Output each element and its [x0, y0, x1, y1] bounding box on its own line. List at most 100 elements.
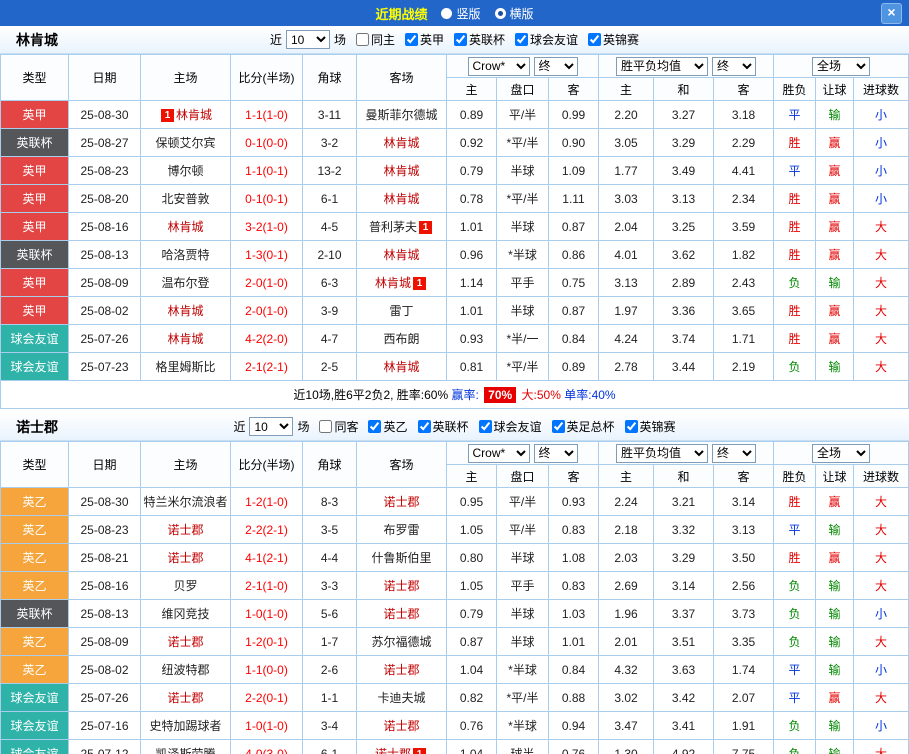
results-table: 类型日期主场比分(半场)角球客场Crow*终胜平负均值终全场主盘口客主和客胜负让…	[0, 441, 909, 754]
odds-company-select[interactable]: Crow*	[468, 57, 530, 76]
result-handicap: 赢	[816, 297, 854, 325]
period-select[interactable]: 全场	[812, 57, 870, 76]
filter-checkbox[interactable]: 英联杯	[418, 418, 469, 435]
match-score: 0-1(0-1)	[231, 185, 303, 213]
filter-checkbox[interactable]: 球会友谊	[515, 31, 578, 48]
ah-line: 平/半	[497, 516, 549, 544]
checkbox-input[interactable]	[418, 420, 431, 433]
avg-draw-odds: 3.27	[654, 101, 714, 129]
column-subheader: 客	[714, 78, 774, 101]
match-date: 25-08-23	[69, 157, 141, 185]
column-header: 比分(半场)	[231, 55, 303, 101]
checkbox-input[interactable]	[515, 33, 528, 46]
checkbox-label: 同客	[334, 418, 358, 435]
match-date: 25-08-20	[69, 185, 141, 213]
match-row: 英甲 25-08-20 北安普敦 0-1(0-1) 6-1 林肯城 0.78 *…	[1, 185, 909, 213]
team-name: 林肯城	[383, 248, 419, 262]
odds-final-select[interactable]: 终	[534, 444, 578, 463]
result-outcome: 胜	[774, 544, 816, 572]
avg-odds-select[interactable]: 胜平负均值	[616, 57, 708, 76]
result-outcome: 平	[774, 656, 816, 684]
team-name: 纽波特郡	[161, 663, 209, 677]
close-button[interactable]: ×	[881, 3, 902, 24]
avg-home-odds: 2.20	[599, 101, 654, 129]
column-subheader: 进球数	[854, 78, 909, 101]
checkbox-input[interactable]	[405, 33, 418, 46]
section-team-name: 诺士郡	[16, 417, 58, 437]
radio-icon	[495, 8, 506, 19]
checkbox-input[interactable]	[552, 420, 565, 433]
match-count-select[interactable]: 10	[286, 30, 330, 49]
avg-final-select[interactable]: 终	[712, 57, 756, 76]
corner-count: 8-3	[303, 488, 357, 516]
avg-home-odds: 4.32	[599, 656, 654, 684]
team-name: 林肯城	[383, 360, 419, 374]
checkbox-label: 英锦赛	[640, 418, 676, 435]
team-name: 苏尔福德城	[371, 635, 431, 649]
away-team-cell: 苏尔福德城	[357, 628, 447, 656]
match-count-select[interactable]: 10	[249, 417, 293, 436]
result-goals: 大	[854, 516, 909, 544]
away-team-cell: 诺士郡	[357, 488, 447, 516]
filter-checkbox[interactable]: 球会友谊	[479, 418, 542, 435]
odds-final-select[interactable]: 终	[534, 57, 578, 76]
away-team-cell: 卡迪夫城	[357, 684, 447, 712]
avg-draw-odds: 3.14	[654, 572, 714, 600]
league-badge: 球会友谊	[1, 353, 69, 381]
checkbox-label: 英甲	[420, 31, 444, 48]
league-badge: 英甲	[1, 297, 69, 325]
result-handicap: 赢	[816, 185, 854, 213]
odds-company-select[interactable]: Crow*	[468, 444, 530, 463]
checkbox-input[interactable]	[479, 420, 492, 433]
team-name: 史特加踢球者	[149, 719, 221, 733]
checkbox-input[interactable]	[454, 33, 467, 46]
corner-count: 3-4	[303, 712, 357, 740]
avg-draw-odds: 2.89	[654, 269, 714, 297]
checkbox-input[interactable]	[368, 420, 381, 433]
team-name: 诺士郡	[167, 523, 203, 537]
avg-final-select[interactable]: 终	[712, 444, 756, 463]
match-score: 2-2(0-1)	[231, 684, 303, 712]
checkbox-input[interactable]	[625, 420, 638, 433]
layout-radio-horizontal[interactable]: 横版	[495, 5, 534, 22]
checkbox-input[interactable]	[356, 33, 369, 46]
match-date: 25-07-26	[69, 684, 141, 712]
section-team-name: 林肯城	[16, 30, 58, 50]
column-header: 角球	[303, 55, 357, 101]
checkbox-input[interactable]	[588, 33, 601, 46]
filter-checkbox[interactable]: 同主	[356, 31, 395, 48]
result-outcome: 平	[774, 684, 816, 712]
filter-checkbox[interactable]: 英甲	[405, 31, 444, 48]
result-goals: 大	[854, 241, 909, 269]
filter-checkbox[interactable]: 英锦赛	[588, 31, 639, 48]
avg-away-odds: 2.43	[714, 269, 774, 297]
match-date: 25-07-12	[69, 740, 141, 754]
column-subheader: 胜负	[774, 465, 816, 488]
corner-count: 3-3	[303, 572, 357, 600]
team-name: 什鲁斯伯里	[371, 551, 431, 565]
avg-home-odds: 1.77	[599, 157, 654, 185]
layout-radio-vertical[interactable]: 竖版	[441, 5, 480, 22]
match-row: 英甲 25-08-23 博尔顿 1-1(0-1) 13-2 林肯城 0.79 半…	[1, 157, 909, 185]
match-row: 英乙 25-08-16 贝罗 2-1(1-0) 3-3 诺士郡 1.05 平手 …	[1, 572, 909, 600]
avg-away-odds: 3.14	[714, 488, 774, 516]
period-select[interactable]: 全场	[812, 444, 870, 463]
match-date: 25-08-02	[69, 656, 141, 684]
filter-checkbox[interactable]: 同客	[319, 418, 358, 435]
checkbox-input[interactable]	[319, 420, 332, 433]
avg-away-odds: 3.13	[714, 516, 774, 544]
column-header: 客场	[357, 442, 447, 488]
home-team-cell: 诺士郡	[141, 544, 231, 572]
home-team-cell: 林肯城	[141, 297, 231, 325]
filter-checkbox[interactable]: 英锦赛	[625, 418, 676, 435]
match-score: 2-0(1-0)	[231, 297, 303, 325]
result-goals: 大	[854, 269, 909, 297]
match-date: 25-08-21	[69, 544, 141, 572]
filter-checkbox[interactable]: 英乙	[368, 418, 407, 435]
avg-odds-select[interactable]: 胜平负均值	[616, 444, 708, 463]
filter-checkbox[interactable]: 英联杯	[454, 31, 505, 48]
filter-games-label: 场	[297, 418, 309, 435]
avg-home-odds: 3.03	[599, 185, 654, 213]
filter-checkbox[interactable]: 英足总杯	[552, 418, 615, 435]
corner-count: 6-3	[303, 269, 357, 297]
